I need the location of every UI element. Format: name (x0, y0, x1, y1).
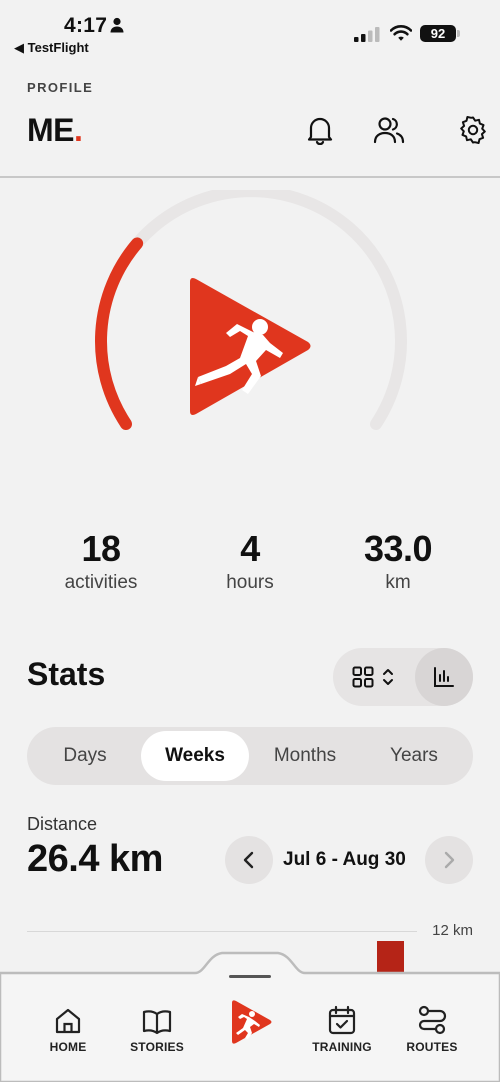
route-icon (418, 1005, 447, 1035)
tab-record[interactable] (226, 997, 274, 1047)
brand-dot: . (74, 112, 83, 148)
page-eyebrow: PROFILE (27, 80, 94, 95)
person-icon (110, 17, 124, 33)
summary-value: 4 (240, 528, 260, 569)
segment-months[interactable]: Months (251, 731, 359, 781)
tab-training[interactable]: TRAINING (302, 1003, 382, 1054)
bar-chart-icon (434, 667, 454, 687)
next-range-button[interactable] (425, 836, 473, 884)
tab-stories[interactable]: STORIES (117, 1003, 197, 1054)
drag-handle[interactable] (229, 975, 271, 978)
status-bar: 4:17 ◀ TestFlight 92 (0, 0, 500, 60)
brand-text: ME (27, 112, 75, 148)
tab-bar: HOME STORIES TRAINING ROUTES (0, 945, 500, 1082)
friends-icon (373, 117, 405, 144)
summary-distance: 33.0 km (323, 528, 473, 594)
page-title: ME. (27, 112, 83, 149)
segment-years[interactable]: Years (359, 731, 469, 781)
summary-hours: 4 hours (175, 528, 325, 594)
tab-label: TRAINING (312, 1040, 372, 1054)
segment-weeks[interactable]: Weeks (141, 731, 249, 781)
summary-label: hours (226, 572, 274, 593)
tab-home[interactable]: HOME (28, 1003, 108, 1054)
summary-label: km (385, 572, 411, 593)
battery-indicator: 92 (420, 25, 460, 42)
chevron-left-icon (243, 851, 254, 869)
bell-icon (307, 117, 333, 145)
home-icon (55, 1008, 81, 1034)
grid-view-button[interactable] (333, 648, 413, 706)
summary-value: 18 (81, 528, 121, 569)
notifications-button[interactable] (304, 114, 336, 146)
tab-label: STORIES (130, 1040, 184, 1054)
chart-gridline (27, 931, 417, 932)
date-range: Jul 6 - Aug 30 (283, 849, 406, 870)
period-segmented-control: Days Weeks Months Years (27, 727, 473, 785)
wifi-icon (390, 25, 412, 41)
view-toggle (333, 648, 473, 706)
tab-label: HOME (49, 1040, 87, 1054)
tab-label: ROUTES (406, 1040, 458, 1054)
stats-title: Stats (27, 656, 106, 692)
friends-button[interactable] (373, 114, 405, 146)
run-play-icon (232, 1000, 272, 1044)
header-divider (0, 176, 500, 178)
settings-button[interactable] (457, 114, 489, 146)
summary-label: activities (64, 572, 138, 593)
chevron-up-down-icon (383, 669, 393, 685)
summary-value: 33.0 (363, 528, 433, 569)
back-to-testflight[interactable]: ◀ TestFlight (14, 40, 89, 56)
activity-gauge (95, 190, 407, 430)
summary-stats: 18 activities 4 hours 33.0 km (0, 528, 500, 598)
cellular-signal-icon (354, 27, 380, 42)
metric-value: 26.4 km (27, 838, 163, 880)
chart-max-label: 12 km (432, 922, 473, 939)
summary-activities: 18 activities (26, 528, 176, 594)
chart-view-button[interactable] (415, 648, 473, 706)
grid-icon (352, 666, 374, 688)
status-time: 4:17 (64, 14, 108, 37)
metric-label: Distance (27, 814, 98, 834)
previous-range-button[interactable] (225, 836, 273, 884)
run-play-logo-icon (190, 278, 311, 415)
gear-icon (460, 116, 486, 144)
calendar-check-icon (328, 1005, 356, 1035)
chevron-right-icon (444, 851, 455, 869)
book-icon (142, 1010, 172, 1035)
tab-routes[interactable]: ROUTES (392, 1003, 472, 1054)
segment-days[interactable]: Days (31, 731, 139, 781)
